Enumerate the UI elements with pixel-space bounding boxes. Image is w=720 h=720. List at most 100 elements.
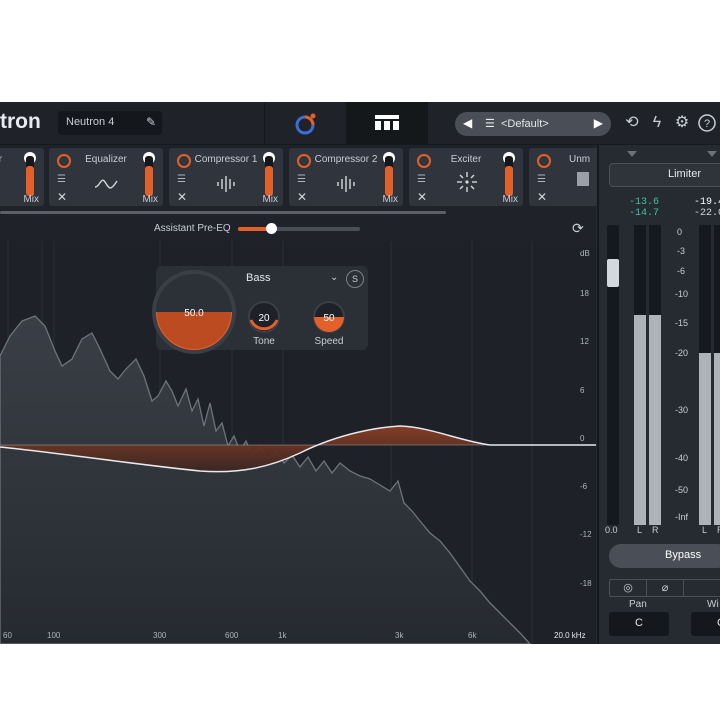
width-control[interactable]: C: [691, 612, 720, 636]
speed-knob[interactable]: 50: [312, 300, 346, 334]
mix-fader[interactable]: [385, 156, 393, 196]
freq-label-max: 20.0 kHz: [554, 631, 586, 640]
eq-header: Assistant Pre-EQ ⟳: [0, 215, 596, 241]
mix-label: Mix: [142, 194, 158, 205]
power-icon[interactable]: [537, 154, 551, 168]
module-strip-scrollbar[interactable]: [0, 211, 446, 214]
right-channel-label: R: [652, 525, 659, 535]
fader-handle[interactable]: [607, 259, 619, 287]
module-compressor-2[interactable]: Compressor 2 ☰ ✕ Mix: [289, 148, 403, 206]
preset-label: ☰ <Default>: [485, 117, 549, 130]
stereo-link-icon[interactable]: ◎: [610, 580, 647, 596]
left-channel-label: L: [702, 525, 708, 535]
pre-eq-slider[interactable]: [238, 223, 360, 234]
mix-label: Mix: [262, 194, 278, 205]
db-label: 6: [580, 386, 585, 395]
output-rms-readout: -22.0: [694, 208, 720, 219]
triangle-down-icon: [627, 151, 637, 157]
phase-invert-icon[interactable]: ⌀: [647, 580, 684, 596]
input-rms-readout: -14.7: [629, 208, 660, 219]
visual-mixer-icon[interactable]: [283, 110, 327, 138]
menu-icon[interactable]: ☰: [417, 174, 426, 185]
meter-out-left: [699, 225, 711, 525]
chevron-down-icon[interactable]: ⌄: [330, 272, 338, 283]
output-panel: Limiter -13.6 -14.7 -19.4 -22.0 0 -3 -6 …: [597, 145, 720, 644]
scale-label: -6: [677, 266, 686, 276]
scale-label: -20: [675, 348, 689, 358]
freq-label: 6k: [468, 631, 477, 640]
width-label: Wi: [707, 599, 719, 610]
tone-knob[interactable]: 20: [247, 300, 281, 334]
solo-button[interactable]: S: [346, 270, 364, 288]
close-icon[interactable]: ✕: [297, 190, 307, 204]
module-exciter[interactable]: Exciter ☰ ✕ Mix: [409, 148, 523, 206]
band-title: Bass: [246, 272, 271, 284]
help-icon[interactable]: ?: [696, 112, 718, 134]
neutron-plugin-window: tron Neutron 4 ✎ ◀ ☰ <Default> ▶ ⟲ ϟ ⚙ ?…: [0, 102, 720, 644]
mix-label: Mix: [382, 194, 398, 205]
menu-icon[interactable]: ☰: [537, 174, 546, 185]
db-label: -12: [580, 530, 592, 539]
preset-menu-icon[interactable]: ☰: [485, 118, 495, 130]
bypass-button[interactable]: Bypass: [609, 544, 720, 568]
scale-label: -15: [675, 318, 689, 328]
db-label: 0: [580, 434, 585, 443]
instance-name-field[interactable]: Neutron 4 ✎: [58, 111, 162, 135]
mix-fader[interactable]: [265, 156, 273, 196]
speed-label: Speed: [314, 336, 344, 347]
divider: [264, 102, 265, 144]
edit-pencil-icon[interactable]: ✎: [146, 115, 156, 129]
module-chain: or Mix Equalizer ☰ ✕ Mix Compressor 1 ☰ …: [0, 145, 619, 215]
close-icon[interactable]: ✕: [537, 190, 547, 204]
menu-icon[interactable]: ☰: [57, 174, 66, 185]
mix-fader[interactable]: [26, 156, 34, 196]
module-name: or: [0, 154, 2, 165]
db-label: 12: [580, 337, 589, 346]
meter-out-right: [714, 225, 720, 525]
scale-label: -40: [675, 453, 689, 463]
left-channel-label: L: [637, 525, 643, 535]
top-bar: tron Neutron 4 ✎ ◀ ☰ <Default> ▶ ⟲ ϟ ⚙ ?: [0, 102, 720, 145]
menu-icon[interactable]: ☰: [297, 174, 306, 185]
svg-text:?: ?: [704, 118, 710, 130]
module-equalizer[interactable]: Equalizer ☰ ✕ Mix: [49, 148, 163, 206]
module-slot-0[interactable]: or Mix: [0, 148, 44, 206]
scale-label: -10: [675, 289, 689, 299]
prev-preset-button[interactable]: ◀: [463, 116, 472, 130]
close-icon[interactable]: ✕: [57, 190, 67, 204]
scale-label: 0: [677, 227, 683, 237]
triangle-down-icon: [707, 151, 717, 157]
limiter-button[interactable]: Limiter: [609, 163, 720, 187]
speed-value: 50: [323, 313, 335, 324]
close-icon[interactable]: ✕: [417, 190, 427, 204]
mix-fader[interactable]: [505, 156, 513, 196]
freq-label: 3k: [395, 631, 404, 640]
input-gain-fader[interactable]: [607, 225, 619, 525]
scale-label: -3: [677, 246, 686, 256]
pan-control[interactable]: C: [609, 612, 669, 636]
compressor-icon: [337, 176, 355, 192]
pan-value: C: [635, 617, 643, 629]
mix-fader[interactable]: [145, 156, 153, 196]
assistant-view-button[interactable]: [346, 102, 428, 144]
gear-icon[interactable]: ⚙: [671, 112, 693, 134]
preset-selector[interactable]: ◀ ☰ <Default> ▶: [455, 112, 611, 136]
bass-amount-value: 50.0: [184, 308, 204, 319]
db-label: 18: [580, 289, 589, 298]
mix-label: Mix: [502, 194, 518, 205]
spectrum-curve: [0, 315, 531, 644]
lightning-icon[interactable]: ϟ: [646, 112, 668, 134]
module-compressor-1[interactable]: Compressor 1 ☰ ✕ Mix: [169, 148, 283, 206]
bass-amount-knob[interactable]: 50.0: [151, 269, 237, 355]
next-preset-button[interactable]: ▶: [594, 116, 603, 130]
close-icon[interactable]: ✕: [177, 190, 187, 204]
freq-label: 600: [225, 631, 239, 640]
history-icon[interactable]: ⟲: [621, 112, 643, 134]
menu-icon[interactable]: ☰: [177, 174, 186, 185]
compressor-icon: [217, 176, 235, 192]
instance-name-text: Neutron 4: [66, 116, 115, 128]
db-label: -18: [580, 579, 592, 588]
app-logo: tron: [0, 110, 41, 133]
freq-label: 100: [47, 631, 61, 640]
refresh-icon[interactable]: ⟳: [572, 220, 584, 237]
